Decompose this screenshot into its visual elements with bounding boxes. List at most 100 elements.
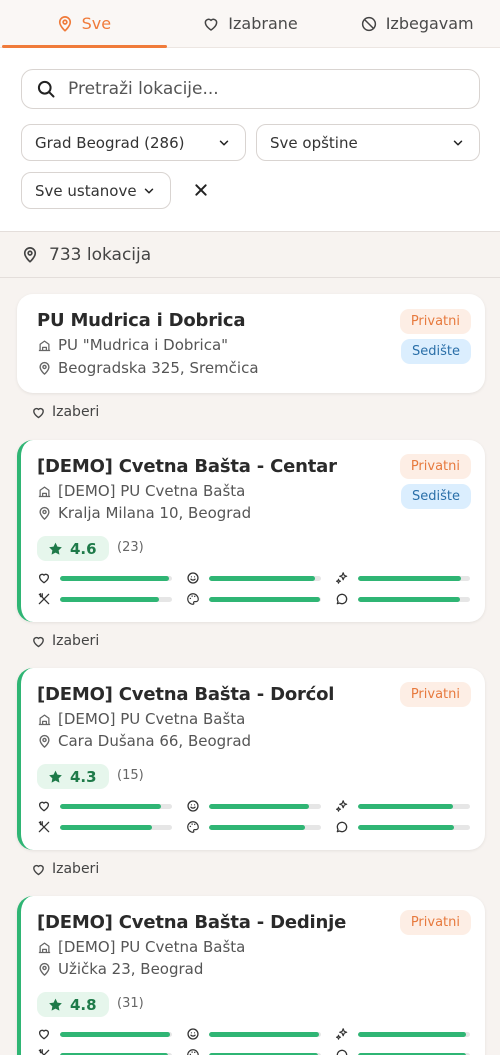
city-select-value: Grad Beograd (286) [35, 133, 185, 152]
rating-metric [335, 820, 470, 834]
headquarters-badge: Sedište [401, 484, 471, 509]
rating-metric [186, 799, 321, 813]
heart-icon [33, 636, 44, 647]
heart-icon [204, 18, 218, 31]
sparkles-icon [335, 572, 348, 584]
tab-all[interactable]: Sve [0, 0, 167, 48]
card-org: [DEMO] PU Cvetna Bašta [37, 710, 245, 728]
smile-icon [187, 800, 199, 812]
choose-label: Izaberi [52, 404, 100, 420]
results-count: 733 lokacija [49, 244, 152, 265]
heart-icon [38, 1029, 50, 1040]
building-icon [38, 942, 51, 953]
review-count: (15) [117, 768, 144, 783]
card-org: [DEMO] PU Cvetna Bašta [37, 482, 245, 500]
palette-icon [187, 593, 199, 605]
choose-button[interactable]: Izaberi [31, 861, 99, 877]
card-title: [DEMO] Cvetna Bašta - Dedinje [37, 912, 347, 933]
chevron-down-icon [219, 139, 229, 146]
star-icon [49, 542, 62, 555]
metric-track [209, 596, 321, 602]
private-badge: Privatni [399, 682, 471, 707]
star-icon [49, 770, 62, 783]
search-box [21, 69, 480, 109]
smile-icon [187, 1028, 199, 1040]
utensils-icon [38, 821, 50, 833]
rating-value: 4.8 [70, 995, 97, 1014]
card-address: Beogradska 325, Sremčica [37, 359, 259, 377]
utensils-icon [38, 1049, 50, 1055]
results-count-bar: 733 lokacija [0, 232, 500, 278]
headquarters-badge: Sedište [401, 339, 471, 364]
metric-fill [209, 824, 306, 830]
metric-fill [209, 596, 320, 602]
metric-track [60, 803, 172, 809]
review-count: (31) [117, 996, 144, 1011]
institution-select-value: Sve ustanove [35, 181, 137, 200]
choose-label: Izaberi [52, 861, 100, 877]
choose-button[interactable]: Izaberi [31, 633, 99, 649]
rating-metric [37, 1048, 172, 1055]
metric-fill [60, 1031, 170, 1037]
institution-select[interactable]: Sve ustanove [21, 172, 171, 209]
rating-metric [37, 820, 172, 834]
metric-fill [60, 575, 169, 581]
private-badge: Privatni [399, 454, 471, 479]
rating-metric [335, 1048, 470, 1055]
card-address-text: Užička 23, Beograd [58, 960, 204, 978]
card-org-text: [DEMO] PU Cvetna Bašta [58, 482, 246, 500]
map-pin-icon [39, 734, 50, 748]
metric-fill [209, 803, 309, 809]
rating-value: 4.3 [70, 767, 97, 786]
smile-icon [187, 572, 199, 584]
card-address: Užička 23, Beograd [37, 960, 203, 978]
rating-metric [335, 1027, 470, 1041]
municipality-select-value: Sve opštine [270, 133, 358, 152]
card-address-text: Beogradska 325, Sremčica [58, 359, 259, 377]
map-pin-icon [23, 246, 37, 263]
card-title: PU Mudrica i Dobrica [37, 310, 246, 331]
rating-value: 4.6 [70, 539, 97, 558]
metric-fill [209, 575, 316, 581]
metric-track [358, 824, 470, 830]
metric-track [209, 1031, 321, 1037]
location-card[interactable]: [DEMO] Cvetna Bašta - Dedinje [DEMO] PU … [17, 896, 485, 1055]
rating-metric [37, 592, 172, 606]
rating-metric [335, 571, 470, 585]
rating-metric [186, 571, 321, 585]
tab-avoided[interactable]: Izbegavam [333, 0, 500, 47]
choose-label: Izaberi [52, 633, 100, 649]
card-address: Kralja Milana 10, Beograd [37, 504, 251, 522]
search-input[interactable] [68, 79, 448, 99]
close-icon [195, 184, 207, 196]
rating-metric [186, 592, 321, 606]
location-card[interactable]: PU Mudrica i Dobrica PU "Mudrica i Dobri… [17, 294, 485, 393]
clear-filters-button[interactable] [190, 179, 212, 201]
private-badge: Privatni [399, 309, 471, 334]
metric-track [60, 575, 172, 581]
municipality-select[interactable]: Sve opštine [256, 124, 480, 161]
tab-favorites[interactable]: Izabrane [167, 0, 334, 47]
metric-fill [60, 596, 159, 602]
metric-track [209, 824, 321, 830]
location-card[interactable]: [DEMO] Cvetna Bašta - Centar [DEMO] PU C… [17, 440, 485, 622]
card-title: [DEMO] Cvetna Bašta - Dorćol [37, 684, 335, 705]
rating-badge: 4.6 [37, 536, 109, 561]
rating-metric [335, 592, 470, 606]
location-card[interactable]: [DEMO] Cvetna Bašta - Dorćol [DEMO] PU C… [17, 668, 485, 850]
sparkles-icon [335, 1028, 348, 1040]
choose-button[interactable]: Izaberi [31, 404, 99, 420]
metric-track [358, 575, 470, 581]
metric-fill [358, 575, 462, 581]
chat-icon [336, 1049, 348, 1055]
chevron-down-icon [144, 187, 154, 194]
tab-avoided-label: Izbegavam [385, 14, 474, 33]
search-icon [37, 80, 55, 98]
card-address: Cara Dušana 66, Beograd [37, 732, 251, 750]
city-select[interactable]: Grad Beograd (286) [21, 124, 246, 161]
heart-icon [33, 407, 44, 418]
rating-metric [186, 820, 321, 834]
metric-track [358, 803, 470, 809]
rating-metric [37, 571, 172, 585]
review-count: (23) [117, 540, 144, 555]
